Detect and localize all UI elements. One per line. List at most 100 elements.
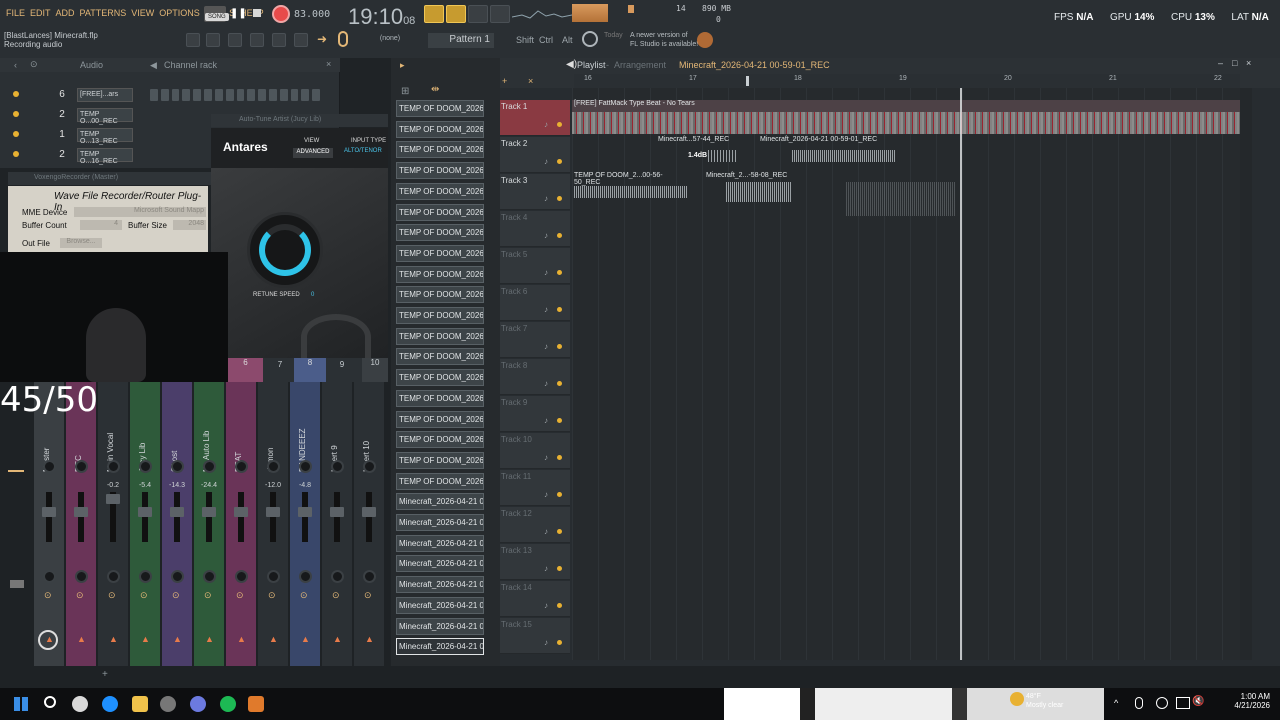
audio-clip[interactable]: TEMP OF DOOM_2...00-56-50_REC bbox=[574, 172, 688, 206]
buffer-size-field[interactable]: 2048 bbox=[173, 220, 206, 230]
discord-icon[interactable] bbox=[190, 696, 206, 712]
fader-cap[interactable] bbox=[362, 507, 376, 517]
note-icon[interactable]: ♪ bbox=[544, 453, 548, 462]
stop-button[interactable] bbox=[253, 9, 261, 17]
track-header[interactable]: Track 4 ♪ bbox=[500, 211, 570, 247]
selected-clip-name[interactable]: Minecraft_2026-04-21 00-59-01_REC bbox=[679, 60, 830, 70]
route-arrow-icon[interactable]: ▲ bbox=[205, 634, 214, 644]
mixer-strip[interactable]: Ghost-14.3⊙▲ bbox=[162, 382, 192, 670]
track-mute-led[interactable] bbox=[557, 529, 562, 534]
track-header[interactable]: Track 1 ♪ bbox=[500, 100, 570, 136]
stereo-knob[interactable] bbox=[75, 570, 88, 583]
microphone-tray-icon[interactable] bbox=[1135, 697, 1143, 709]
stereo-knob[interactable] bbox=[171, 570, 184, 583]
pattern-item[interactable]: TEMP OF DOOM_2026-04... bbox=[396, 203, 484, 221]
arrow-right-icon[interactable]: ➜ bbox=[317, 32, 327, 46]
menu-patterns[interactable]: PATTERNS bbox=[80, 8, 127, 18]
track-mute-led[interactable] bbox=[557, 270, 562, 275]
channel-name-button[interactable]: TEMP O...16_REC bbox=[77, 148, 133, 165]
channel-name-button[interactable]: TEMP O...13_REC bbox=[77, 128, 133, 145]
track-mute-led[interactable] bbox=[557, 196, 562, 201]
pause-button[interactable]: ❚❚ bbox=[230, 8, 247, 19]
pattern-item[interactable]: TEMP OF DOOM_2026-04... bbox=[396, 389, 484, 407]
fader-cap[interactable] bbox=[138, 507, 152, 517]
tool-icon-2[interactable] bbox=[228, 33, 242, 47]
fader-cap[interactable] bbox=[170, 507, 184, 517]
pattern-item[interactable]: Minecraft_2026-04-21 0... bbox=[396, 555, 484, 573]
track-mute-led[interactable] bbox=[557, 566, 562, 571]
minimize-icon[interactable]: – bbox=[1218, 58, 1223, 68]
fx-slot-icon[interactable]: ⊙ bbox=[76, 590, 84, 601]
fx-slot-icon[interactable]: ⊙ bbox=[108, 590, 116, 601]
collapse-icon[interactable]: ‹ bbox=[14, 60, 17, 70]
note-icon[interactable]: ♪ bbox=[544, 120, 548, 129]
fx-slot-icon[interactable]: ⊙ bbox=[172, 590, 180, 601]
track-mute-led[interactable] bbox=[557, 122, 562, 127]
step-sequencer[interactable] bbox=[150, 89, 320, 101]
snap-selector[interactable]: (none) bbox=[360, 35, 420, 42]
fader-cap[interactable] bbox=[74, 507, 88, 517]
audio-clip[interactable]: Minecraft_2026-04-21 00-59-01_REC bbox=[760, 136, 896, 170]
pan-knob[interactable] bbox=[203, 460, 216, 473]
channel-led[interactable] bbox=[13, 131, 19, 137]
note-icon[interactable]: ♪ bbox=[544, 268, 548, 277]
route-arrow-icon[interactable]: ▲ bbox=[269, 634, 278, 644]
volume-fader[interactable] bbox=[142, 492, 148, 542]
spotify-icon[interactable] bbox=[220, 696, 236, 712]
track-header[interactable]: Track 2 ♪ bbox=[500, 137, 570, 173]
pattern-item[interactable]: TEMP OF DOOM_2026-04... bbox=[396, 100, 484, 117]
pan-knob[interactable] bbox=[267, 460, 280, 473]
track-mute-led[interactable] bbox=[557, 381, 562, 386]
track-header[interactable]: Track 5 ♪ bbox=[500, 248, 570, 284]
volume-fader[interactable] bbox=[238, 492, 244, 542]
voxengo-window-title[interactable]: VoxengoRecorder (Master) bbox=[8, 172, 211, 185]
volume-fader[interactable] bbox=[206, 492, 212, 542]
mixer-strip[interactable]: Master⊙▲ bbox=[34, 382, 64, 670]
humanize-knob[interactable] bbox=[301, 314, 371, 360]
fx-slot-icon[interactable]: ⊙ bbox=[332, 590, 340, 601]
pattern-item[interactable]: Minecraft_2026-04-21 0... bbox=[396, 617, 484, 635]
note-icon[interactable]: ♪ bbox=[544, 490, 548, 499]
note-icon[interactable]: ♪ bbox=[544, 305, 548, 314]
route-arrow-icon[interactable]: ▲ bbox=[333, 634, 342, 644]
pan-knob[interactable] bbox=[331, 460, 344, 473]
news-panel[interactable]: Today bbox=[604, 31, 623, 40]
tool-icon-3[interactable] bbox=[250, 33, 264, 47]
shift-key[interactable]: Shift bbox=[516, 35, 534, 45]
note-icon[interactable]: ♪ bbox=[544, 379, 548, 388]
fader-cap[interactable] bbox=[330, 507, 344, 517]
mixer-strip[interactable]: Main Vocal -0.2 ⊙ ▲ bbox=[98, 382, 128, 670]
track-header[interactable]: Track 7 ♪ bbox=[500, 322, 570, 358]
menu-file[interactable]: FILE bbox=[6, 8, 25, 18]
route-arrow-icon[interactable]: ▲ bbox=[365, 634, 374, 644]
pattern-selector[interactable]: Pattern 1 bbox=[428, 33, 494, 48]
stereo-knob[interactable] bbox=[139, 570, 152, 583]
route-arrow-icon[interactable]: ▲ bbox=[173, 634, 182, 644]
chevron-up-icon[interactable]: ^ bbox=[1114, 698, 1118, 708]
track-mute-led[interactable] bbox=[557, 603, 562, 608]
pattern-item[interactable]: TEMP OF DOOM_2026-04... bbox=[396, 162, 484, 180]
stereo-knob[interactable] bbox=[43, 570, 56, 583]
track-header[interactable]: Track 13 ♪ bbox=[500, 544, 570, 580]
pattern-item[interactable]: TEMP OF DOOM_2026-04... bbox=[396, 286, 484, 304]
channel-filter[interactable]: Audio bbox=[80, 60, 103, 70]
pat-song-toggle[interactable]: SONG bbox=[204, 6, 229, 22]
track-mute-led[interactable] bbox=[557, 159, 562, 164]
note-icon[interactable]: ♪ bbox=[544, 601, 548, 610]
pattern-item[interactable]: TEMP OF DOOM_2026-04... bbox=[396, 224, 484, 242]
search-icon[interactable] bbox=[44, 696, 56, 708]
track-header[interactable]: Track 8 ♪ bbox=[500, 359, 570, 395]
mixer-strip[interactable]: Jucy Lib -5.4 ⊙ ▲ bbox=[130, 382, 160, 670]
screen-icon[interactable] bbox=[1176, 697, 1190, 709]
step-edit-button[interactable] bbox=[446, 5, 466, 23]
pattern-item[interactable]: Minecraft_2026-04-21 0... bbox=[396, 596, 484, 614]
pan-knob[interactable] bbox=[299, 460, 312, 473]
route-arrow-icon[interactable]: ▲ bbox=[109, 634, 118, 644]
track-header[interactable]: Track 10 ♪ bbox=[500, 433, 570, 469]
fx-slot-icon[interactable]: ⊙ bbox=[300, 590, 308, 601]
note-icon[interactable]: ♪ bbox=[544, 564, 548, 573]
menu-add[interactable]: ADD bbox=[56, 8, 75, 18]
volume-fader[interactable] bbox=[302, 492, 308, 542]
volume-fader[interactable] bbox=[270, 492, 276, 542]
mixer-icon[interactable] bbox=[294, 33, 308, 47]
